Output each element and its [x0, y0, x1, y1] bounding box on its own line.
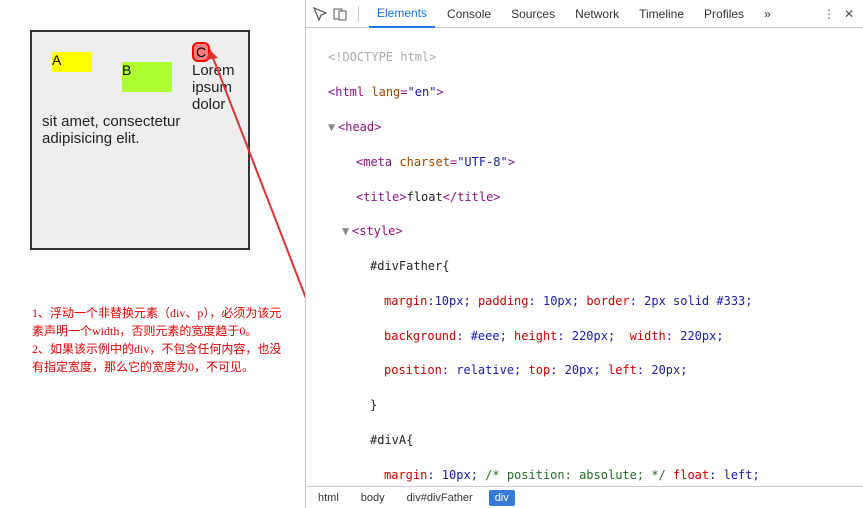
devtools-panel: Elements Console Sources Network Timelin… — [305, 0, 863, 508]
preview-div-a: A — [52, 52, 92, 72]
close-icon[interactable]: ✕ — [841, 6, 857, 22]
preview-div-father: A B C Lorem ipsum dolor sit amet, consec… — [30, 30, 250, 250]
note-line-2: 2、如果该示例中的div，不包含任何内容，也没有指定宽度，那么它的宽度为0，不可… — [32, 340, 292, 376]
elements-tree[interactable]: <!DOCTYPE html> <html lang="en"> ▼<head>… — [306, 28, 863, 486]
inspect-icon[interactable] — [312, 6, 328, 22]
tab-profiles[interactable]: Profiles — [696, 0, 752, 28]
crumb-html[interactable]: html — [312, 490, 345, 506]
tab-sources[interactable]: Sources — [503, 0, 563, 28]
tab-elements[interactable]: Elements — [369, 0, 435, 28]
note-line-1: 1、浮动一个非替换元素（div、p），必须为该元素声明一个width，否则元素的… — [32, 304, 292, 340]
breadcrumb: html body div#divFather div — [306, 486, 863, 508]
crumb-divfather[interactable]: div#divFather — [401, 490, 479, 506]
preview-div-c: C — [192, 42, 210, 62]
crumb-div[interactable]: div — [489, 490, 515, 506]
toolbar-separator — [358, 6, 359, 22]
tab-network[interactable]: Network — [567, 0, 627, 28]
tab-console[interactable]: Console — [439, 0, 499, 28]
notes-block: 1、浮动一个非替换元素（div、p），必须为该元素声明一个width，否则元素的… — [32, 304, 292, 376]
tab-timeline[interactable]: Timeline — [631, 0, 692, 28]
doctype-node[interactable]: <!DOCTYPE html> — [328, 50, 436, 64]
kebab-icon[interactable]: ⋮ — [821, 6, 837, 22]
preview-div-b: B — [122, 62, 172, 92]
crumb-body[interactable]: body — [355, 490, 391, 506]
devtools-toolbar: Elements Console Sources Network Timelin… — [306, 0, 863, 28]
device-icon[interactable] — [332, 6, 348, 22]
tab-overflow[interactable]: » — [756, 0, 779, 28]
